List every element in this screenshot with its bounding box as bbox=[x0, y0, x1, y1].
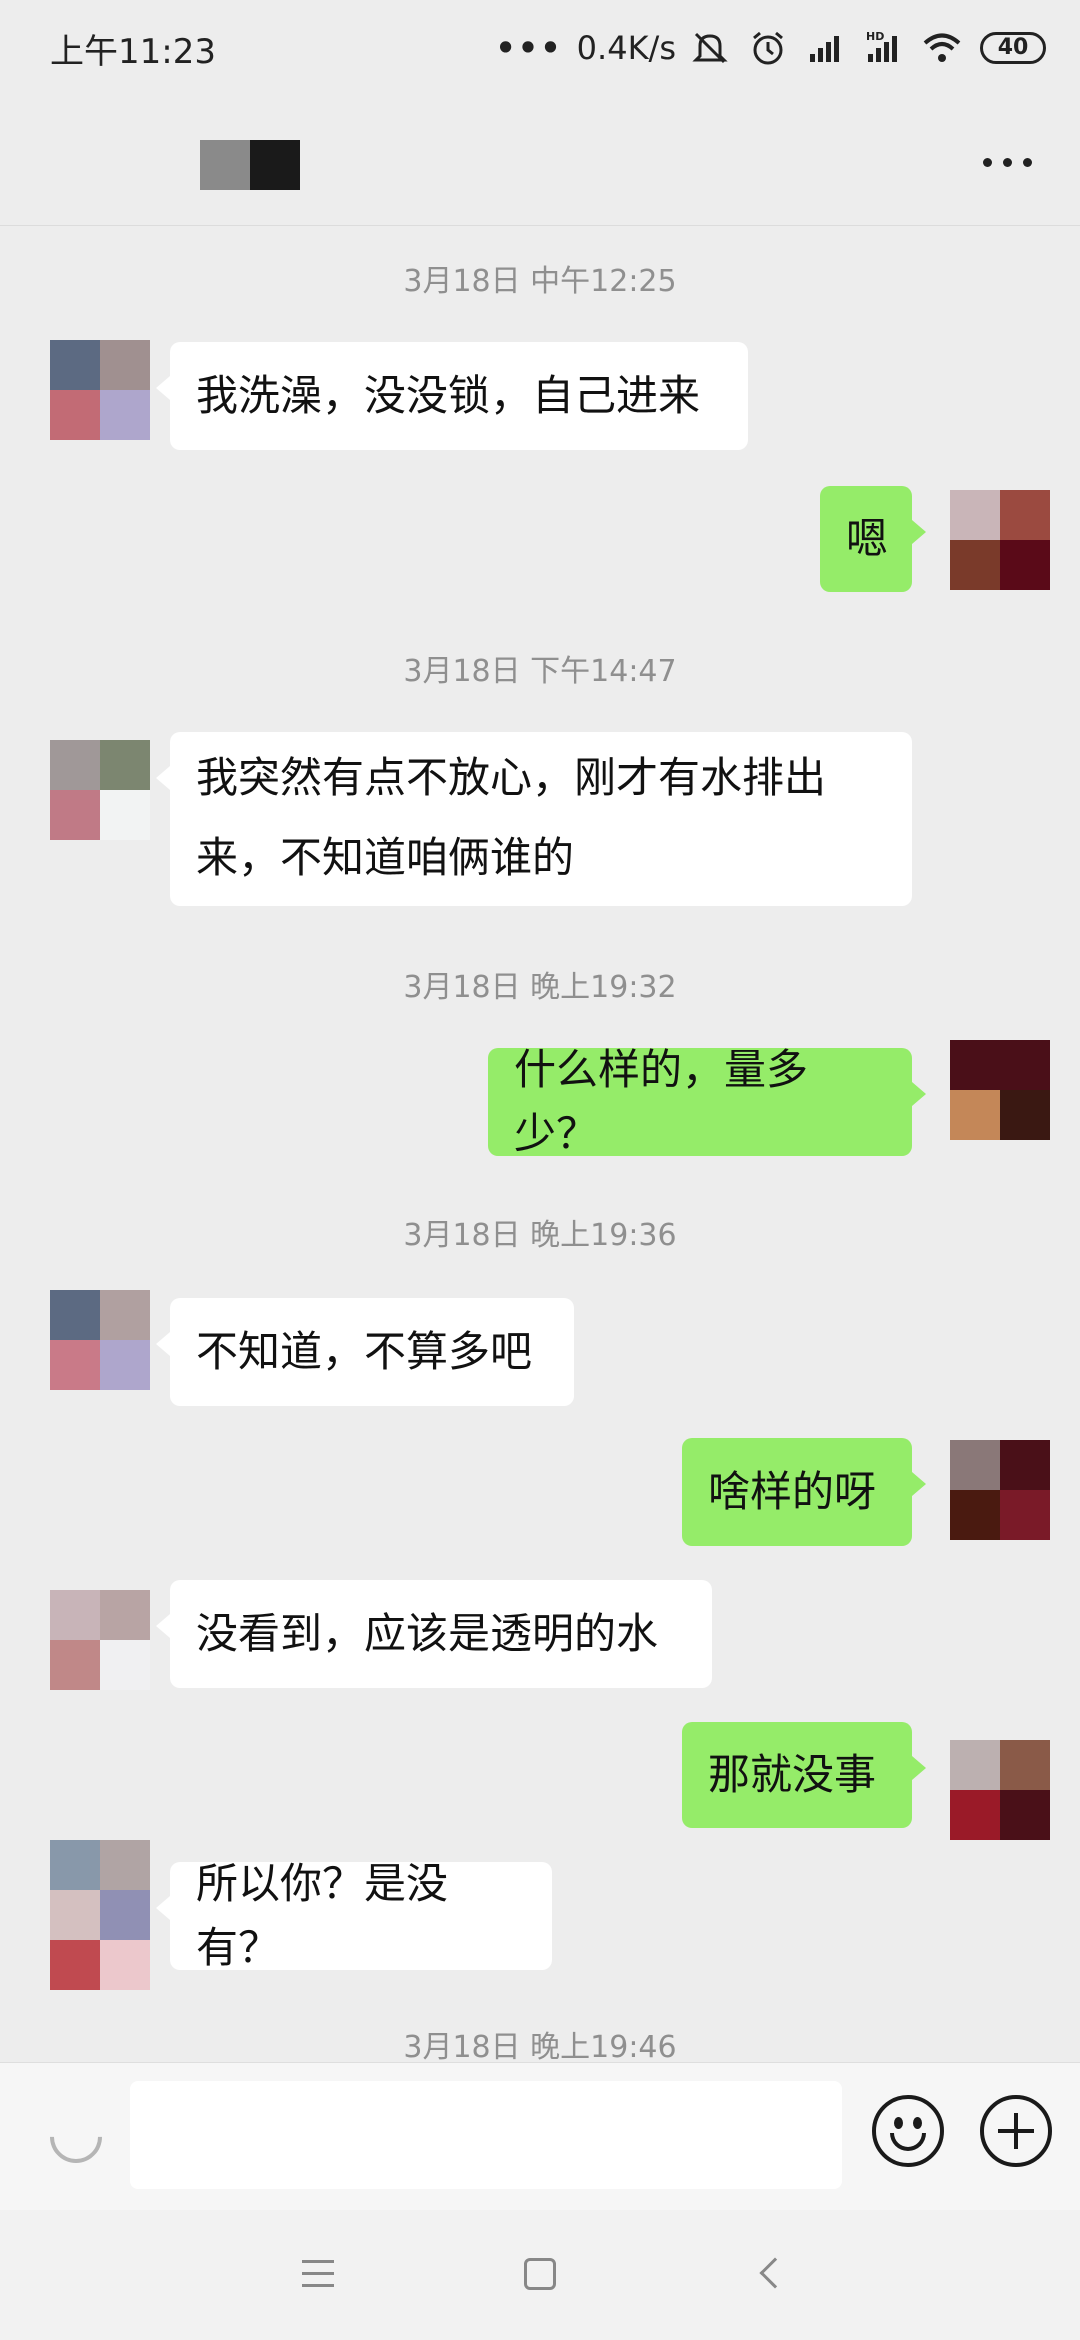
message-bubble-right[interactable]: 什么样的，量多少？ bbox=[488, 1045, 926, 1158]
avatar[interactable] bbox=[950, 490, 1050, 590]
hd-signal-icon: HD bbox=[864, 28, 908, 68]
wifi-icon bbox=[922, 28, 966, 68]
network-speed: 0.4K/s bbox=[576, 29, 676, 67]
voice-icon[interactable] bbox=[39, 2100, 113, 2174]
more-dots-icon[interactable] bbox=[983, 158, 1032, 167]
signal-icon bbox=[806, 28, 850, 68]
timestamp: 3月18日 晚上19:32 bbox=[403, 970, 677, 1005]
home-icon[interactable] bbox=[524, 2258, 556, 2290]
message-bubble-right[interactable]: 那就没事 bbox=[682, 1722, 926, 1828]
message-bubble-left[interactable]: 我突然有点不放心，刚才有水排出 来，不知道咱俩谁的 bbox=[156, 732, 912, 906]
message-text: 所以你？是没有？ bbox=[196, 1859, 449, 1972]
message-text: 啥样的呀 bbox=[708, 1467, 877, 1516]
message-bubble-left[interactable]: 所以你？是没有？ bbox=[156, 1859, 552, 1972]
battery-icon: 40 bbox=[980, 32, 1046, 64]
status-bar: 上午11:23 ••• 0.4K/s HD 40 bbox=[0, 0, 1080, 96]
input-bar bbox=[0, 2062, 1080, 2210]
back-icon[interactable] bbox=[759, 2257, 791, 2289]
mute-icon bbox=[690, 28, 734, 68]
timestamp: 3月18日 晚上19:46 bbox=[403, 2030, 677, 2065]
avatar[interactable] bbox=[950, 1740, 1050, 1840]
system-nav-bar bbox=[0, 2210, 1080, 2340]
timestamp: 3月18日 下午14:47 bbox=[403, 654, 677, 689]
message-text: 我洗澡，没没锁，自己进来 bbox=[196, 371, 701, 420]
plus-icon[interactable] bbox=[980, 2095, 1052, 2167]
chat-header bbox=[0, 96, 1080, 226]
message-text: 嗯 bbox=[846, 514, 889, 563]
message-text: 什么样的，量多少？ bbox=[514, 1045, 809, 1158]
timestamp: 3月18日 中午12:25 bbox=[403, 264, 677, 299]
message-text: 没看到，应该是透明的水 bbox=[196, 1609, 659, 1658]
message-text-line-2: 来，不知道咱俩谁的 bbox=[196, 833, 575, 882]
message-bubble-right[interactable]: 嗯 bbox=[820, 486, 926, 592]
emoji-icon[interactable] bbox=[872, 2095, 944, 2167]
menu-icon[interactable] bbox=[302, 2260, 334, 2288]
svg-text:HD: HD bbox=[866, 30, 884, 43]
alarm-icon bbox=[748, 28, 792, 68]
avatar[interactable] bbox=[50, 1290, 150, 1390]
avatar[interactable] bbox=[50, 1840, 150, 1990]
message-text-line-1: 我突然有点不放心，刚才有水排出 bbox=[196, 753, 827, 802]
avatar[interactable] bbox=[950, 1440, 1050, 1540]
message-bubble-left[interactable]: 没看到，应该是透明的水 bbox=[156, 1580, 712, 1688]
message-bubble-left[interactable]: 我洗澡，没没锁，自己进来 bbox=[156, 342, 748, 450]
avatar[interactable] bbox=[50, 1590, 150, 1690]
message-text: 不知道，不算多吧 bbox=[196, 1327, 533, 1376]
avatar[interactable] bbox=[50, 340, 150, 440]
message-bubble-left[interactable]: 不知道，不算多吧 bbox=[156, 1298, 574, 1406]
contact-avatar[interactable] bbox=[200, 140, 300, 190]
avatar[interactable] bbox=[50, 740, 150, 840]
message-text: 那就没事 bbox=[708, 1750, 877, 1799]
avatar[interactable] bbox=[950, 1040, 1050, 1140]
timestamp: 3月18日 晚上19:36 bbox=[403, 1218, 677, 1253]
message-bubble-right[interactable]: 啥样的呀 bbox=[682, 1438, 926, 1546]
status-icons: ••• 0.4K/s HD 40 bbox=[495, 28, 1046, 68]
status-time: 上午11:23 bbox=[50, 31, 216, 72]
message-input[interactable] bbox=[130, 2081, 842, 2189]
dots-icon: ••• bbox=[495, 29, 563, 67]
